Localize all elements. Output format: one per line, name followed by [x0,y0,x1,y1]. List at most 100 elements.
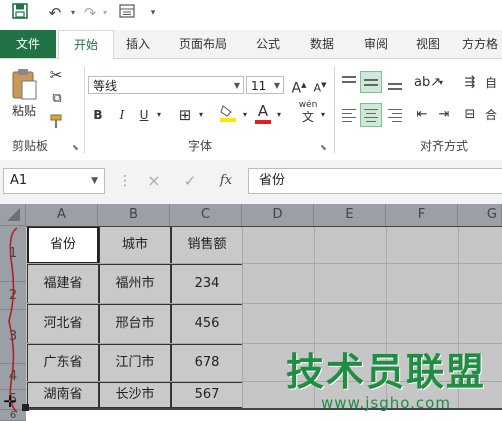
orientation-icon[interactable]: ab↗ [414,73,441,93]
cell-c2[interactable]: 234 [171,264,243,304]
wrap-text-label[interactable]: 自 [482,73,500,93]
chevron-down-icon: ▼ [273,81,280,90]
gridline [26,263,502,264]
phonetic-guide-button[interactable]: wén 文 [296,100,320,130]
paste-button[interactable]: 粘贴 [6,101,42,121]
font-color-bar [255,120,271,124]
copy-icon[interactable]: ⧉ [46,89,68,109]
paste-icon[interactable] [10,67,38,101]
alignment-group-label: 对齐方式 [420,139,469,153]
align-center-icon[interactable] [360,103,382,127]
form-icon[interactable] [116,3,138,23]
align-left-icon[interactable] [340,105,358,125]
save-icon[interactable] [10,3,30,23]
font-size-select[interactable]: 11 ▼ [246,76,284,94]
cell-a1[interactable]: 省份 [27,226,99,264]
divider [84,67,85,153]
undo-dropdown-icon[interactable]: ▾ [68,3,78,23]
font-name-value: 等线 [93,79,118,93]
tab-data[interactable]: 数据 [300,30,344,58]
decrease-indent-icon[interactable]: ⇤ [412,105,432,125]
phonetic-top: wén [298,100,318,110]
grow-font-button[interactable]: A▲ [290,75,308,97]
tab-page-layout[interactable]: 页面布局 [170,30,236,58]
formula-grip-icon: ⋮ [118,173,132,189]
cancel-entry-button[interactable]: × [144,170,164,192]
tab-file[interactable]: 文件 [0,30,56,58]
row-resize-cursor-icon: ✛ [3,392,17,411]
cell-b1[interactable]: 城市 [99,226,171,264]
phonetic-dropdown-icon[interactable]: ▾ [318,105,328,125]
formula-input[interactable]: 省份 [248,168,502,194]
italic-button[interactable]: I [114,105,130,125]
confirm-entry-button[interactable]: ✓ [180,170,200,192]
column-header-b[interactable]: B [98,204,170,226]
cell-b2[interactable]: 福州市 [99,264,171,304]
tab-insert[interactable]: 插入 [116,30,160,58]
clipboard-launcher-icon[interactable]: ⬊ [72,143,79,152]
column-header-c[interactable]: C [170,204,242,226]
fill-handle[interactable] [22,404,29,411]
shrink-font-button[interactable]: A▼ [312,75,328,95]
selection-top-border [26,226,502,227]
insert-function-button[interactable]: fx [214,170,238,192]
select-all-corner[interactable] [0,204,26,226]
cell-c5[interactable]: 567 [171,382,243,408]
customize-qat-icon[interactable]: ▾ [146,3,160,23]
font-size-value: 11 [251,79,267,93]
redo-icon[interactable]: ↷ [80,3,100,23]
divider [334,67,335,153]
cell-a5[interactable]: 湖南省 [27,382,99,408]
tab-home[interactable]: 开始 [58,30,114,60]
border-dropdown-icon[interactable]: ▾ [196,105,206,125]
bold-button[interactable]: B [90,105,106,125]
undo-icon[interactable]: ↶ [44,3,66,23]
fill-dropdown-icon[interactable]: ▾ [240,105,250,125]
cell-c3[interactable]: 456 [171,304,243,344]
watermark-text: 技术员联盟 [285,350,486,394]
align-bottom-icon[interactable] [386,73,404,93]
name-box[interactable]: A1 ▼ [3,168,105,194]
format-painter-icon[interactable] [46,113,68,133]
redo-dropdown-icon[interactable]: ▾ [100,3,110,23]
increase-indent-icon[interactable]: ⇥ [434,105,454,125]
cell-c1[interactable]: 销售额 [171,226,243,264]
cut-icon[interactable]: ✂ [46,65,66,85]
column-header-d[interactable]: D [242,204,314,226]
merge-center-icon[interactable]: ⊟ [462,105,478,125]
cell-a4[interactable]: 广东省 [27,344,99,382]
merge-center-label[interactable]: 合 [482,105,500,125]
border-icon[interactable]: ⊞ [176,105,194,125]
column-header-f[interactable]: F [386,204,458,226]
tab-view[interactable]: 视图 [406,30,450,58]
align-middle-icon[interactable] [360,71,382,93]
name-box-value: A1 [10,173,28,188]
cell-b4[interactable]: 江门市 [99,344,171,382]
tab-formulas[interactable]: 公式 [246,30,290,58]
underline-button[interactable]: U [136,105,152,125]
font-color-dropdown-icon[interactable]: ▾ [274,105,284,125]
tab-review[interactable]: 审阅 [354,30,398,58]
watermark-url: www.jsgho.com [321,394,451,412]
wrap-text-icon[interactable]: ⇶ [462,73,478,93]
align-top-icon[interactable] [340,73,358,93]
tab-fangfangge[interactable]: 方方格 [458,30,502,58]
cell-a3[interactable]: 河北省 [27,304,99,344]
font-launcher-icon[interactable]: ⬊ [320,143,327,152]
underline-dropdown-icon[interactable]: ▾ [154,105,164,125]
cell-a2[interactable]: 福建省 [27,264,99,304]
column-header-a[interactable]: A [26,204,98,226]
fill-color-icon[interactable] [218,103,238,123]
column-header-g[interactable]: G [458,204,502,226]
cell-b3[interactable]: 邢台市 [99,304,171,344]
gridline [26,303,502,304]
row-height-brace [8,227,18,413]
column-header-e[interactable]: E [314,204,386,226]
clipboard-group-label: 剪贴板 [12,139,49,153]
font-name-select[interactable]: 等线 ▼ [88,76,244,94]
font-color-button[interactable]: A [254,101,272,124]
cell-c4[interactable]: 678 [171,344,243,382]
cell-b5[interactable]: 长沙市 [99,382,171,408]
align-right-icon[interactable] [386,105,404,125]
orientation-dropdown-icon[interactable]: ▾ [436,73,446,93]
